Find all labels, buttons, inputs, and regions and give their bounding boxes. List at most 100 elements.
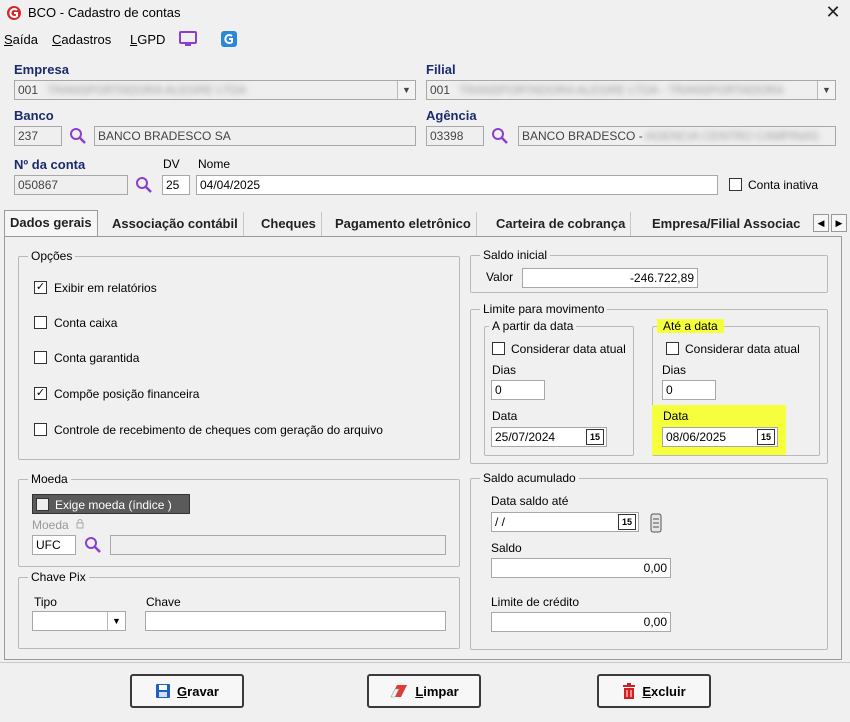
chevron-down-icon[interactable]: ▼ [817, 81, 835, 99]
saldo-label: Saldo [491, 541, 522, 555]
empresa-code: 001 [18, 83, 39, 97]
exige-moeda-checkbox[interactable] [36, 498, 49, 511]
monitor-icon[interactable] [178, 30, 198, 48]
tab-empresa-filial[interactable]: Empresa/Filial Associac [647, 212, 813, 236]
data-saldo-label: Data saldo até [491, 494, 569, 508]
partir-data-value: 25/07/2024 [495, 430, 556, 444]
banco-code-field[interactable]: 237 [14, 126, 62, 146]
ate-dias-label: Dias [662, 363, 687, 377]
controle-cheques-label: Controle de recebimento de cheques com g… [54, 423, 383, 437]
compoe-posicao-checkbox[interactable]: ✓ [34, 387, 47, 400]
trash-icon [623, 683, 636, 699]
pix-chave-field[interactable] [145, 611, 446, 631]
tab-pagamento-eletronico[interactable]: Pagamento eletrônico [330, 212, 477, 236]
limite-movimento-title: Limite para movimento [480, 302, 608, 316]
calendar-icon[interactable]: 15 [757, 429, 775, 445]
tab-scroll-left-button[interactable]: ◀ [813, 214, 829, 232]
tab-carteira-cobranca[interactable]: Carteira de cobrança [491, 212, 632, 236]
empresa-name: TRANSPORTADORA ALEGRE LTDA [47, 83, 247, 97]
calendar-icon[interactable]: 15 [586, 429, 604, 445]
compoe-posicao-label: Compõe posição financeira [54, 387, 200, 401]
agencia-code-field[interactable]: 03398 [426, 126, 484, 146]
gravar-label: Gravar [177, 683, 219, 699]
calculator-icon[interactable] [650, 513, 662, 533]
chevron-down-icon[interactable]: ▼ [107, 612, 125, 630]
a-partir-title: A partir da data [489, 319, 577, 333]
controle-cheques-checkbox[interactable] [34, 423, 47, 436]
banco-label: Banco [14, 108, 54, 123]
partir-dias-label: Dias [492, 363, 517, 377]
filial-combo[interactable]: 001 TRANSPORTADORA ALEGRE LTDA - TRANSPO… [426, 80, 836, 100]
tab-dados-gerais[interactable]: Dados gerais [4, 210, 98, 237]
moeda-code-field[interactable]: UFC [32, 535, 76, 555]
tab-scroll-right-button[interactable]: ▶ [831, 214, 847, 232]
ate-dias-field[interactable]: 0 [662, 380, 716, 400]
agencia-name-hidden: AGENCIA CENTRO CAMPINAS [645, 129, 819, 143]
eraser-icon [390, 685, 408, 698]
save-icon [156, 684, 171, 698]
ate-considerar-checkbox[interactable] [666, 342, 679, 355]
ate-data-field[interactable]: 08/06/2025 15 [662, 427, 778, 447]
calendar-icon[interactable]: 15 [618, 514, 636, 530]
chevron-down-icon[interactable]: ▼ [397, 81, 415, 99]
lock-icon [76, 519, 84, 529]
limpar-label: Limpar [415, 683, 459, 699]
nome-field[interactable]: 04/04/2025 [196, 175, 718, 195]
tab-associacao-contabil[interactable]: Associação contábil [107, 212, 244, 236]
partir-data-label: Data [492, 409, 518, 423]
limite-credito-label: Limite de crédito [491, 595, 580, 609]
search-icon[interactable] [134, 175, 154, 195]
saldo-inicial-valor-field[interactable]: -246.722,89 [522, 268, 698, 288]
conta-number-field[interactable]: 050867 [14, 175, 128, 195]
empresa-label: Empresa [14, 62, 69, 77]
conta-inativa-label: Conta inativa [748, 178, 819, 192]
data-saldo-field[interactable]: / / 15 [491, 512, 639, 532]
exibir-relatorios-label: Exibir em relatórios [54, 281, 157, 295]
filial-name: TRANSPORTADORA ALEGRE LTDA - TRANSPORTAD… [459, 83, 784, 97]
moeda-title: Moeda [28, 472, 71, 486]
close-button[interactable]: ✕ [822, 1, 844, 23]
dv-label: DV [163, 157, 180, 171]
gravar-button[interactable]: Gravar [130, 674, 244, 708]
pix-chave-label: Chave [146, 595, 181, 609]
exige-moeda-toggle[interactable]: Exige moeda (índice ) [32, 494, 190, 514]
ate-considerar-label: Considerar data atual [685, 342, 800, 356]
conta-inativa-checkbox[interactable] [729, 178, 742, 191]
ate-data-title: Até a data [657, 319, 724, 333]
partir-considerar-checkbox[interactable] [492, 342, 505, 355]
conta-caixa-checkbox[interactable] [34, 316, 47, 329]
pix-tipo-select[interactable]: ▼ [32, 611, 126, 631]
menu-lgpd[interactable]: LGPD [130, 32, 165, 47]
exibir-relatorios-checkbox[interactable]: ✓ [34, 281, 47, 294]
nome-label: Nome [198, 157, 231, 171]
filial-code: 001 [430, 83, 451, 97]
partir-dias-field[interactable]: 0 [491, 380, 545, 400]
search-icon[interactable] [68, 126, 88, 146]
moeda-label: Moeda [32, 518, 69, 532]
conta-garantida-checkbox[interactable] [34, 351, 47, 364]
moeda-desc-field [110, 535, 446, 555]
excluir-label: Excluir [642, 683, 686, 699]
opcoes-title: Opções [28, 249, 76, 263]
saldo-field[interactable]: 0,00 [491, 558, 671, 578]
limite-credito-field[interactable]: 0,00 [491, 612, 671, 632]
agencia-name-field: BANCO BRADESCO - AGENCIA CENTRO CAMPINAS [518, 126, 836, 146]
tab-cheques[interactable]: Cheques [256, 212, 322, 236]
ate-data-label: Data [663, 409, 689, 423]
partir-data-field[interactable]: 25/07/2024 15 [491, 427, 607, 447]
conta-caixa-label: Conta caixa [54, 316, 118, 330]
app-logo-icon [7, 6, 21, 20]
search-icon[interactable] [83, 535, 103, 555]
dv-field[interactable]: 25 [162, 175, 190, 195]
valor-label: Valor [486, 270, 514, 284]
empresa-combo[interactable]: 001 TRANSPORTADORA ALEGRE LTDA ▼ [14, 80, 416, 100]
menu-cadastros[interactable]: Cadastros [52, 32, 111, 47]
app-shortcut-icon[interactable] [220, 30, 238, 48]
menu-saida[interactable]: Saída [4, 32, 38, 47]
search-icon[interactable] [490, 126, 510, 146]
excluir-button[interactable]: Excluir [597, 674, 711, 708]
saldo-inicial-title: Saldo inicial [480, 248, 551, 262]
limpar-button[interactable]: Limpar [367, 674, 481, 708]
pix-tipo-value [33, 612, 107, 630]
partir-considerar-label: Considerar data atual [511, 342, 626, 356]
